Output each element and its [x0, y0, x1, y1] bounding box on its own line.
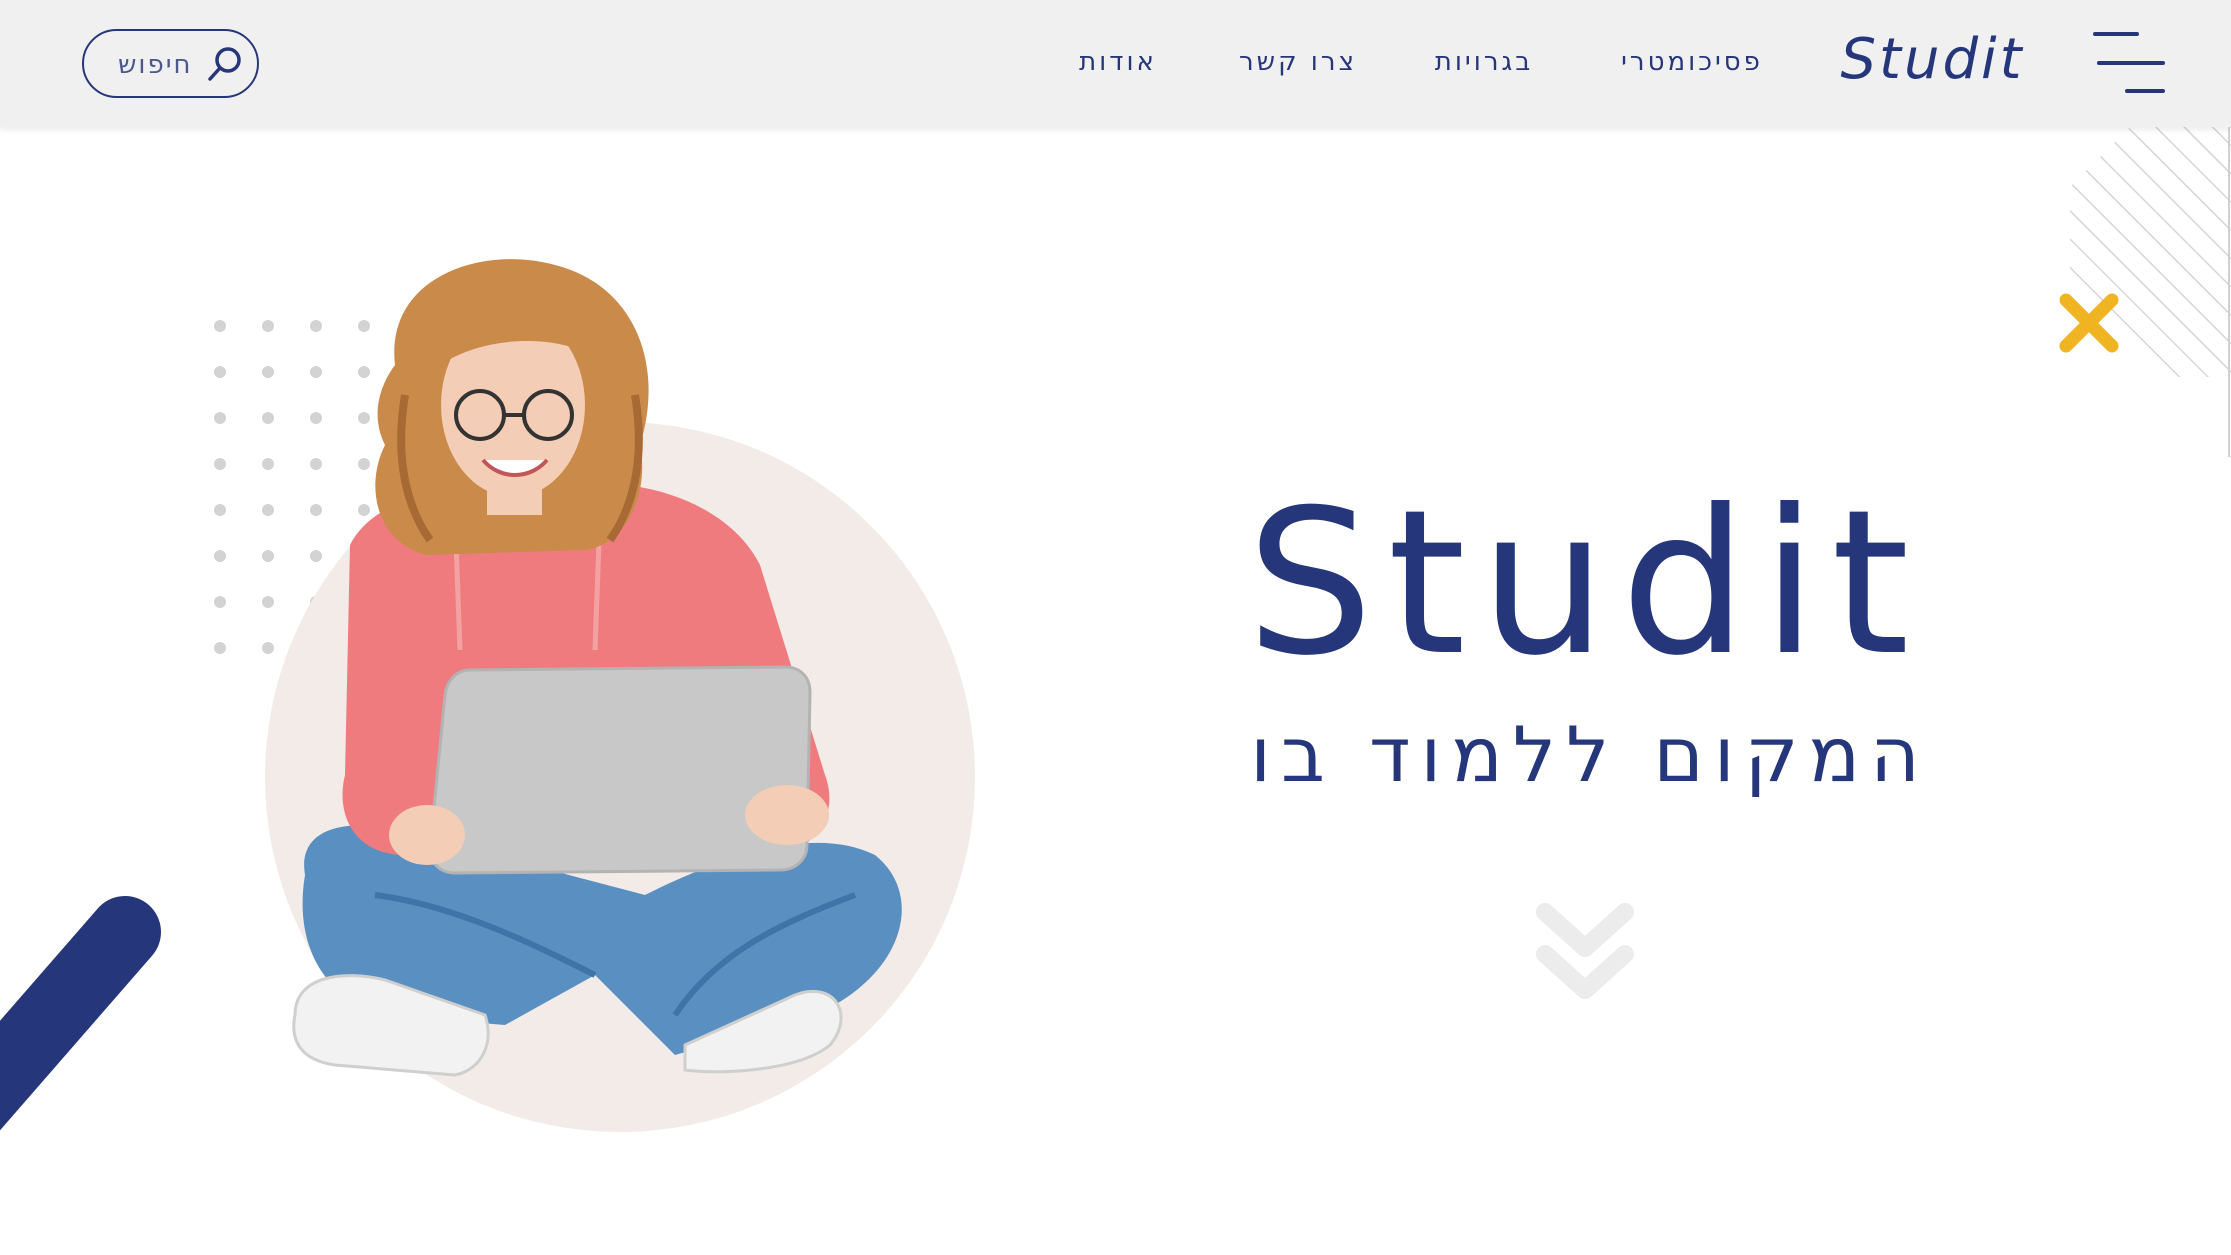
- hero-tagline: המקום ללמוד בו: [1250, 710, 1930, 799]
- hero-student-image: [255, 255, 995, 1155]
- hamburger-menu-button[interactable]: [2093, 30, 2165, 96]
- nav-item-about[interactable]: אודות: [1074, 42, 1162, 82]
- decor-dot: [214, 366, 226, 378]
- nav-item-contact[interactable]: צרו קשר: [1236, 42, 1360, 82]
- decor-dot: [214, 412, 226, 424]
- hero-logo-title: Studit: [1246, 466, 1924, 700]
- search-icon: [206, 45, 244, 83]
- decor-dot: [214, 320, 226, 332]
- decor-dot: [214, 642, 226, 654]
- top-navigation-bar: Studit פסיכומטרי בגרויות צרו קשר אודות ח…: [0, 0, 2231, 127]
- close-x-decor-icon: [2056, 290, 2122, 356]
- decor-dot: [214, 458, 226, 470]
- nav-item-bagrut[interactable]: בגרויות: [1428, 42, 1540, 82]
- search-button[interactable]: חיפוש: [82, 29, 259, 98]
- chevron-down-icon: [1536, 903, 1634, 999]
- scroll-down-button[interactable]: [1535, 898, 1635, 1008]
- decor-dot: [214, 550, 226, 562]
- right-edge-line: [2228, 127, 2230, 457]
- nav-item-psychometric[interactable]: פסיכומטרי: [1612, 42, 1772, 82]
- decor-dot: [214, 504, 226, 516]
- diagonal-bar-decoration: [0, 880, 180, 1140]
- menu-icon: [2093, 32, 2165, 93]
- search-label: חיפוש: [118, 50, 193, 80]
- header-logo[interactable]: Studit: [1840, 20, 2025, 100]
- decor-dot: [214, 596, 226, 608]
